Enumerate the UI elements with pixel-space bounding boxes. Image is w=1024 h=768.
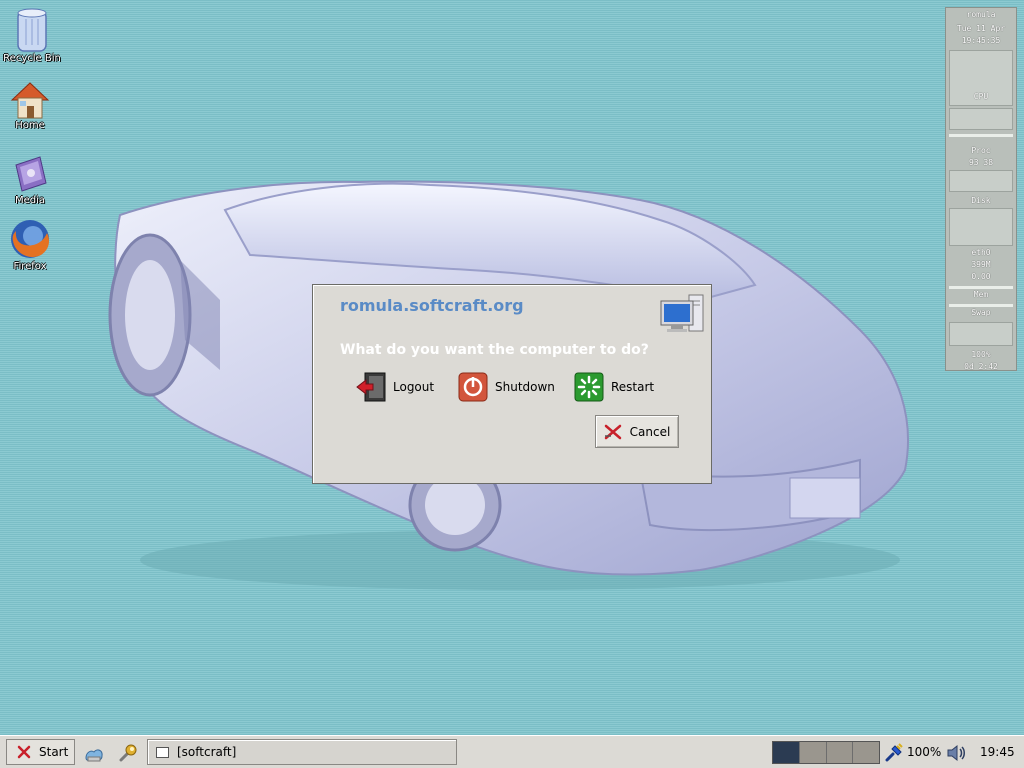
monitor-swap-value: 0.00	[971, 272, 991, 281]
logout-icon	[356, 372, 386, 402]
dialog-hostname: romula.softcraft.org	[340, 296, 524, 315]
logout-dialog: romula.softcraft.org What do you want th…	[312, 284, 712, 484]
mem-bar	[949, 286, 1013, 289]
restart-button[interactable]: Restart	[573, 371, 654, 403]
cancel-icon	[604, 424, 621, 439]
proc-graph	[949, 170, 1013, 192]
workspace-pager[interactable]	[772, 741, 880, 764]
desktop-icon-label: Firefox	[13, 261, 47, 272]
cancel-button[interactable]: Cancel	[595, 415, 679, 448]
desktop-icon-label: Media	[14, 195, 46, 206]
taskbar: Start [softcraft] 100% 19:45	[0, 735, 1024, 768]
desktop-icon-media[interactable]: Media	[0, 153, 62, 206]
logout-button[interactable]: Logout	[355, 371, 434, 403]
monitor-date: Tue 11 Apr	[956, 24, 1006, 33]
shutdown-label: Shutdown	[495, 380, 555, 394]
monitor-cpu-label: CPU	[973, 92, 989, 101]
clock[interactable]: 19:45	[980, 745, 1015, 759]
start-button[interactable]: Start	[6, 739, 75, 765]
recycle-bin-icon	[17, 8, 47, 52]
monitor-proc-label: Proc	[971, 146, 991, 155]
start-label: Start	[39, 745, 69, 759]
desktop-icon-label: Home	[15, 120, 45, 131]
desktop-icon-home[interactable]: Home	[0, 78, 62, 131]
shutdown-button[interactable]: Shutdown	[457, 371, 555, 403]
monitor-net-label: eth0	[971, 248, 991, 257]
workspace-2[interactable]	[799, 742, 827, 763]
monitor-uptime: 0d 2:42	[964, 362, 998, 371]
media-icon	[15, 156, 47, 192]
desktop-icon-recycle-bin[interactable]: Recycle Bin	[0, 5, 64, 64]
monitor-proc-value: 93 38	[968, 158, 994, 167]
home-icon	[10, 82, 50, 119]
monitor-mem-label: Mem	[973, 290, 989, 299]
battery-percent: 100%	[907, 745, 942, 759]
workspace-4[interactable]	[853, 742, 879, 763]
workspace-3[interactable]	[826, 742, 854, 763]
monitor-time: 19:45:35	[961, 36, 1001, 45]
dialog-question: What do you want the computer to do?	[340, 342, 649, 358]
cpu-bar	[949, 134, 1013, 137]
monitor-disk-label: Disk	[971, 196, 991, 205]
cancel-label: Cancel	[629, 424, 671, 439]
desktop-icon-label: Recycle Bin	[3, 53, 61, 64]
monitor-hostname: romula	[966, 10, 996, 19]
show-desktop-icon[interactable]	[83, 742, 105, 764]
workspace-1[interactable]	[773, 742, 800, 763]
firefox-icon	[11, 220, 49, 258]
cpu-load-graph	[949, 108, 1013, 130]
taskbar-window-softcraft[interactable]: [softcraft]	[147, 739, 457, 765]
tools-wrench-icon[interactable]	[117, 742, 139, 764]
task-label: [softcraft]	[177, 745, 237, 759]
desktop-icon-firefox[interactable]: Firefox	[0, 217, 62, 272]
monitor-mem-value: 399M	[971, 260, 991, 269]
restart-label: Restart	[611, 380, 655, 394]
restart-icon	[574, 372, 604, 402]
system-monitor-panel: romula Tue 11 Apr 19:45:35 CPU Proc 93 3…	[945, 7, 1017, 371]
monitor-battery-value: 100%	[971, 350, 991, 359]
power-icon	[458, 372, 488, 402]
monitor-swap-label: Swap	[971, 308, 991, 317]
swap-bar	[949, 304, 1013, 307]
volume-icon[interactable]	[946, 743, 968, 763]
start-x-icon	[17, 745, 31, 759]
disk-graph	[949, 208, 1013, 246]
logout-label: Logout	[393, 380, 435, 394]
computer-icon	[660, 294, 704, 332]
battery-plug-icon[interactable]	[884, 743, 904, 763]
battery-graph	[949, 322, 1013, 346]
window-icon	[156, 746, 169, 758]
